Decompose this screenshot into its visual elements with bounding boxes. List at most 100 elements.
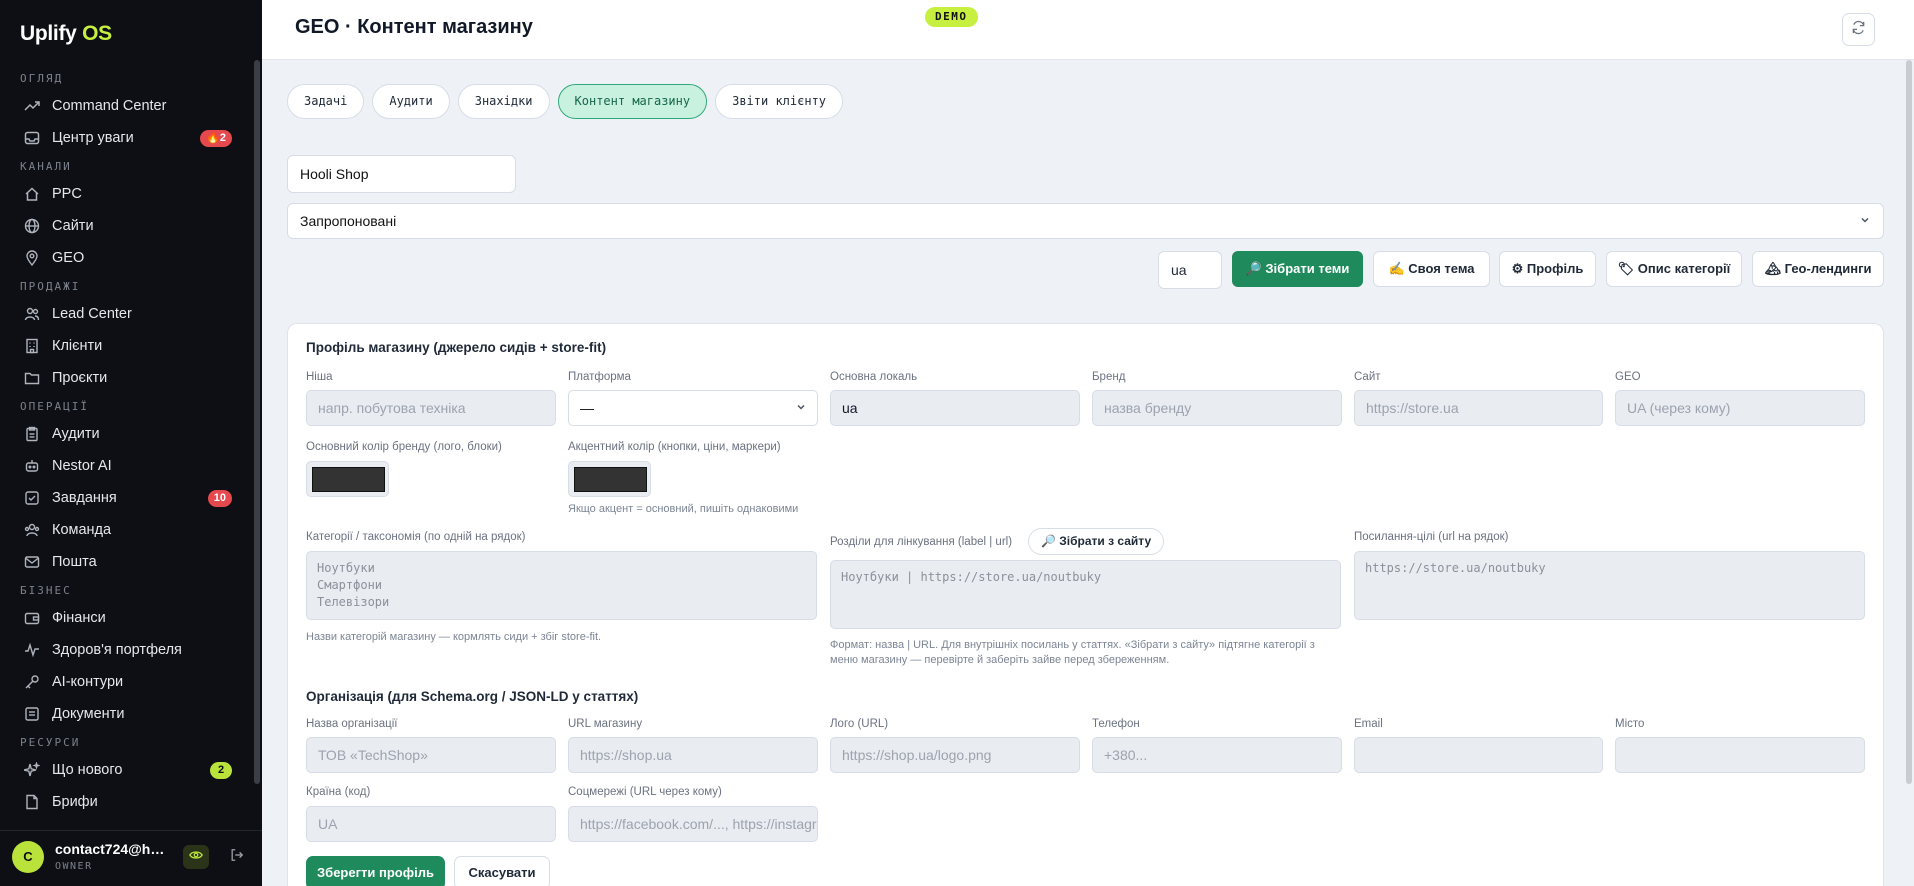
globe-icon <box>24 218 40 234</box>
demo-badge: DEMO <box>925 7 978 27</box>
targets-textarea[interactable]: https://store.ua/noutbuky <box>1354 551 1865 620</box>
org-city-input[interactable] <box>1615 737 1865 773</box>
suggestions-select-value: Запропоновані <box>300 213 397 229</box>
site-input[interactable]: https://store.ua <box>1354 390 1603 426</box>
account-footer: C contact724@ho… OWNER <box>0 830 262 886</box>
niche-input[interactable]: напр. побутова техніка <box>306 390 556 426</box>
category-description-button[interactable]: 🏷 Опис категорії <box>1606 251 1742 287</box>
platform-label: Платформа <box>568 371 631 383</box>
accent-color-picker[interactable] <box>568 461 651 497</box>
sidebar-item-documents[interactable]: Документи <box>0 698 250 730</box>
sections-hint-line1: Формат: назва | URL. Для внутрішніх поси… <box>830 639 1315 651</box>
categories-textarea[interactable]: Ноутбуки Смартфони Телевізори <box>306 551 817 620</box>
sidebar-item-label: Завдання <box>52 490 117 506</box>
brief-icon <box>24 794 40 810</box>
org-name-input[interactable]: ТОВ «TechShop» <box>306 737 556 773</box>
sidebar-item-label: Command Center <box>52 98 167 114</box>
shop-select[interactable]: Hooli Shop <box>287 155 516 193</box>
sparkle-icon <box>24 762 40 778</box>
refresh-button[interactable] <box>1842 13 1875 46</box>
accent-color-hint: Якщо акцент = основний, пишіть однаковим… <box>568 503 799 515</box>
org-social-input[interactable]: https://facebook.com/..., https://instag… <box>568 806 818 842</box>
sections-textarea[interactable]: Ноутбуки | https://store.ua/noutbuky <box>830 560 1341 629</box>
top-header: GEO · Контент магазину DEMO <box>262 0 1914 60</box>
account-role: OWNER <box>55 861 93 872</box>
sidebar-item-label: Що нового <box>52 762 123 778</box>
sidebar-item-geo[interactable]: GEO <box>0 242 250 274</box>
sidebar-item-ai-contours[interactable]: AI-контури <box>0 666 250 698</box>
sidebar-item-tasks[interactable]: Завдання 10 <box>0 482 250 514</box>
sidebar-item-sites[interactable]: Сайти <box>0 210 250 242</box>
primary-color-swatch <box>312 467 385 492</box>
sidebar-item-label: GEO <box>52 250 85 266</box>
locale-field[interactable]: ua <box>830 390 1080 426</box>
collect-from-site-button[interactable]: 🔎 Зібрати з сайту <box>1028 528 1165 555</box>
platform-select[interactable]: — <box>568 390 818 426</box>
whats-new-badge: 2 <box>210 762 232 779</box>
sidebar-item-team[interactable]: Команда <box>0 514 250 546</box>
account-name: contact724@ho… <box>55 841 170 857</box>
suggestions-select[interactable]: Запропоновані <box>287 203 1884 239</box>
locale-input[interactable]: ua <box>1158 251 1222 289</box>
sidebar-item-lead-center[interactable]: Lead Center <box>0 298 250 330</box>
org-country-input[interactable]: UA <box>306 806 556 842</box>
own-topic-button[interactable]: ✍️ Своя тема <box>1373 251 1490 287</box>
sidebar-item-mail[interactable]: Пошта <box>0 546 250 578</box>
sidebar-item-label: Пошта <box>52 554 97 570</box>
niche-label: Ніша <box>306 371 333 383</box>
org-city-label: Місто <box>1615 718 1645 730</box>
refresh-icon <box>1851 20 1866 40</box>
targets-label: Посилання-цілі (url на рядок) <box>1354 531 1509 543</box>
geo-input[interactable]: UA (через кому) <box>1615 390 1865 426</box>
platform-select-value: — <box>580 400 594 416</box>
sidebar-item-command-center[interactable]: Command Center <box>0 90 250 122</box>
org-email-input[interactable] <box>1354 737 1603 773</box>
sidebar-scrollbar[interactable] <box>254 60 260 784</box>
key-icon <box>24 674 40 690</box>
sidebar-item-clients[interactable]: Клієнти <box>0 330 250 362</box>
org-phone-input[interactable]: +380... <box>1092 737 1342 773</box>
main-scrollbar[interactable] <box>1906 60 1912 784</box>
tab-client-reports[interactable]: Звіти клієнту <box>715 84 844 119</box>
collect-topics-button[interactable]: 🔎 Зібрати теми <box>1232 251 1363 287</box>
sidebar-item-nestor-ai[interactable]: Nestor AI <box>0 450 250 482</box>
accent-color-swatch <box>574 467 647 492</box>
tab-findings[interactable]: Знахідки <box>457 84 550 119</box>
nav-section-title: КАНАЛИ <box>20 160 72 173</box>
tab-tasks[interactable]: Задачі <box>287 84 365 119</box>
cancel-button[interactable]: Скасувати <box>454 856 550 886</box>
org-url-input[interactable]: https://shop.ua <box>568 737 818 773</box>
logout-button[interactable] <box>226 845 248 869</box>
eye-toggle-button[interactable] <box>183 845 209 869</box>
sidebar-item-audits[interactable]: Аудити <box>0 418 250 450</box>
pulse-icon <box>24 642 40 658</box>
org-logo-input[interactable]: https://shop.ua/logo.png <box>830 737 1080 773</box>
categories-label: Категорії / таксономія (по одній на рядо… <box>306 531 526 543</box>
save-profile-button[interactable]: Зберегти профіль <box>306 856 445 886</box>
primary-color-picker[interactable] <box>306 461 389 497</box>
sidebar-item-portfolio-health[interactable]: Здоров'я портфеля <box>0 634 250 666</box>
categories-hint: Назви категорій магазину — кормлять сиди… <box>306 631 602 643</box>
eye-icon <box>189 848 203 867</box>
avatar[interactable]: C <box>12 841 44 873</box>
org-country-label: Країна (код) <box>306 786 371 798</box>
team-icon <box>24 522 40 538</box>
tab-store-content[interactable]: Контент магазину <box>557 84 708 119</box>
sidebar-item-ppc[interactable]: PPC <box>0 178 250 210</box>
doc-icon <box>24 706 40 722</box>
sidebar-item-briefs[interactable]: Брифи <box>0 786 250 818</box>
sidebar-item-projects[interactable]: Проєкти <box>0 362 250 394</box>
tab-audits[interactable]: Аудити <box>372 84 450 119</box>
brand-input[interactable]: назва бренду <box>1092 390 1342 426</box>
sidebar-item-whats-new[interactable]: Що нового 2 <box>0 754 250 786</box>
geo-label: GEO <box>1615 371 1641 383</box>
sidebar-item-attention[interactable]: Центр уваги 🔥2 <box>0 122 250 154</box>
attention-badge: 🔥2 <box>200 130 232 147</box>
geo-landings-button[interactable]: 🏔 Гео-лендинги <box>1752 251 1884 287</box>
sidebar-item-finance[interactable]: Фінанси <box>0 602 250 634</box>
nav-section-title: ОПЕРАЦІЇ <box>20 400 89 413</box>
brand-logo[interactable]: Uplify OS <box>20 22 112 46</box>
nav-section-title: ПРОДАЖІ <box>20 280 81 293</box>
profile-button[interactable]: ⚙ Профіль <box>1499 251 1596 287</box>
org-url-label: URL магазину <box>568 718 643 730</box>
